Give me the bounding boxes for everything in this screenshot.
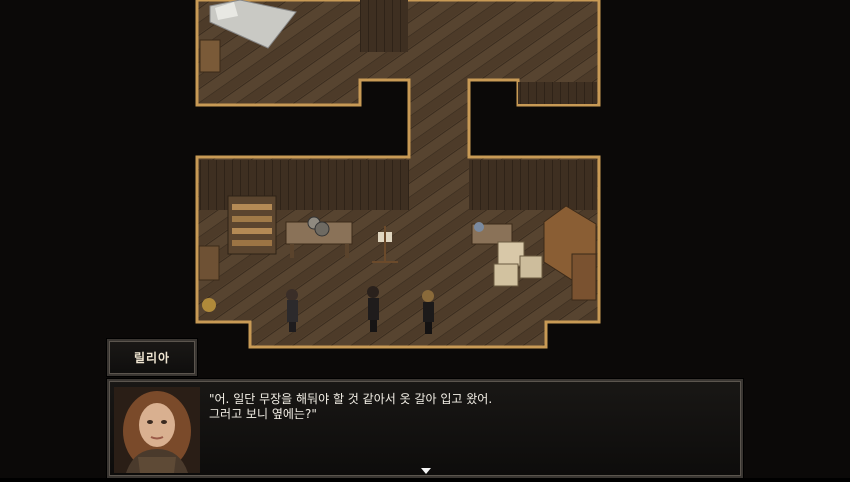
dialog-line-2: 그러고 보니 옆에는?" (209, 407, 317, 421)
speaker-name: 릴리아 (133, 351, 171, 365)
dialog-box[interactable]: "어. 일단 무장을 해둬야 할 것 같아서 옷 갈아 입고 왔어. 그러고 보… (107, 379, 743, 478)
wall-right-room (469, 160, 597, 210)
advance-arrow-icon[interactable] (421, 468, 431, 474)
wall-door-top (360, 0, 408, 52)
lilia-portrait (114, 387, 200, 473)
stairs (518, 82, 597, 104)
barrel (198, 245, 220, 281)
sack (202, 298, 216, 312)
bookshelf (227, 195, 277, 255)
cabinet (199, 39, 221, 73)
table-right (471, 222, 513, 245)
speaker-name-box: 릴리아 (107, 339, 197, 376)
